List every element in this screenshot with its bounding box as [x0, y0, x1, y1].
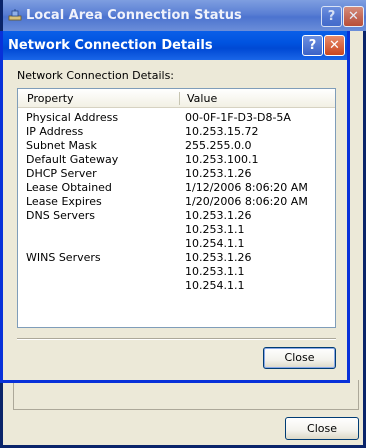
- value-cell: 00-0F-1F-D3-D8-5A: [185, 111, 291, 124]
- network-connection-icon: [8, 8, 22, 22]
- back-close-icon[interactable]: ✕: [343, 6, 364, 27]
- table-row[interactable]: Physical Address 00-0F-1F-D3-D8-5A: [18, 111, 335, 125]
- value-cell: 10.254.1.1: [185, 237, 245, 250]
- table-row[interactable]: Subnet Mask 255.255.0.0: [18, 139, 335, 153]
- table-row[interactable]: DHCP Server 10.253.1.26: [18, 167, 335, 181]
- value-cell: 10.253.1.26: [185, 251, 252, 264]
- property-cell: WINS Servers: [26, 251, 101, 264]
- value-cell: 10.253.1.26: [185, 167, 252, 180]
- column-divider[interactable]: [179, 92, 180, 105]
- property-cell: Default Gateway: [26, 153, 119, 166]
- table-row[interactable]: Lease Obtained 1/12/2006 8:06:20 AM: [18, 181, 335, 195]
- table-row[interactable]: 10.254.1.1: [18, 237, 335, 251]
- property-cell: Subnet Mask: [26, 139, 97, 152]
- back-window-title: Local Area Connection Status: [26, 8, 242, 23]
- dialog-help-button[interactable]: ?: [302, 35, 323, 56]
- dialog-title-bar[interactable]: Network Connection Details ? ✕: [3, 31, 347, 60]
- details-section-label: Network Connection Details:: [17, 69, 175, 82]
- value-cell: 10.253.1.1: [185, 265, 245, 278]
- back-close-button[interactable]: Close: [285, 417, 359, 440]
- property-cell: DNS Servers: [26, 209, 95, 222]
- list-rows: Physical Address 00-0F-1F-D3-D8-5A IP Add…: [18, 111, 335, 293]
- value-cell: 10.254.1.1: [185, 279, 245, 292]
- property-cell: Lease Expires: [26, 195, 102, 208]
- table-row[interactable]: DNS Servers 10.253.1.26: [18, 209, 335, 223]
- property-cell: DHCP Server: [26, 167, 97, 180]
- dialog-separator: [17, 338, 336, 340]
- table-row[interactable]: Lease Expires 1/20/2006 8:06:20 AM: [18, 195, 335, 209]
- column-header-value[interactable]: Value: [187, 92, 217, 105]
- value-cell: 1/20/2006 8:06:20 AM: [185, 195, 308, 208]
- back-window-title-bar[interactable]: Local Area Connection Status ? ✕: [3, 0, 366, 31]
- table-row[interactable]: WINS Servers 10.253.1.26: [18, 251, 335, 265]
- table-row[interactable]: 10.253.1.1: [18, 223, 335, 237]
- property-cell: IP Address: [26, 125, 84, 138]
- column-header-property[interactable]: Property: [27, 92, 74, 105]
- value-cell: 1/12/2006 8:06:20 AM: [185, 181, 308, 194]
- table-row[interactable]: Default Gateway 10.253.100.1: [18, 153, 335, 167]
- back-window-panel: [13, 380, 359, 410]
- table-row[interactable]: IP Address 10.253.15.72: [18, 125, 335, 139]
- value-cell: 10.253.100.1: [185, 153, 259, 166]
- details-list-view[interactable]: Property Value Physical Address 00-0F-1F-…: [17, 88, 336, 328]
- table-row[interactable]: 10.254.1.1: [18, 279, 335, 293]
- back-help-button[interactable]: ?: [321, 6, 342, 27]
- table-row[interactable]: 10.253.1.1: [18, 265, 335, 279]
- property-cell: Lease Obtained: [26, 181, 112, 194]
- list-header: Property Value: [18, 89, 335, 108]
- value-cell: 10.253.1.26: [185, 209, 252, 222]
- dialog-close-icon[interactable]: ✕: [324, 35, 345, 56]
- value-cell: 10.253.15.72: [185, 125, 259, 138]
- value-cell: 10.253.1.1: [185, 223, 245, 236]
- dialog-title: Network Connection Details: [8, 38, 213, 53]
- value-cell: 255.255.0.0: [185, 139, 252, 152]
- property-cell: Physical Address: [26, 111, 119, 124]
- dialog-close-button[interactable]: Close: [263, 347, 336, 369]
- network-connection-details-dialog: Network Connection Details ? ✕ Network C…: [0, 31, 350, 383]
